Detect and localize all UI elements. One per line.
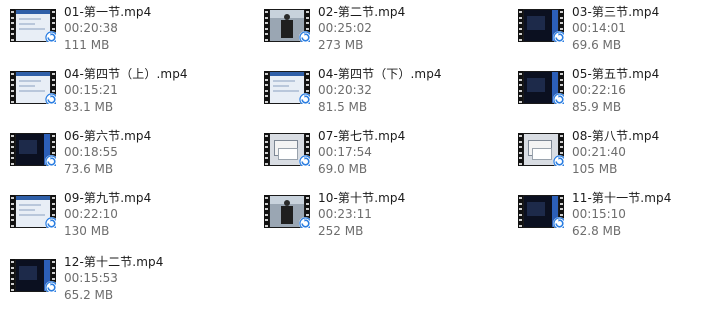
file-name[interactable]: 11-第十一节.mp4 [572,189,671,206]
media-player-badge-icon [299,31,310,42]
file-name[interactable]: 09-第九节.mp4 [64,189,151,206]
file-duration: 00:15:21 [64,83,118,97]
film-strip-left [10,195,15,228]
file-name[interactable]: 03-第三节.mp4 [572,3,659,20]
file-size: 65.2 MB [64,288,114,302]
file-duration: 00:14:01 [572,21,626,35]
film-strip-left [518,195,523,228]
file-grid: 01-第一节.mp4 00:20:38 111 MB 02-第二节.mp4 00:25:… [0,0,716,324]
file-duration: 00:21:40 [572,145,626,159]
file-size: 83.1 MB [64,100,114,114]
file-item[interactable]: 10-第十节.mp4 00:23:11 252 MB [254,186,494,244]
file-name[interactable]: 12-第十二节.mp4 [64,253,163,270]
file-size: 69.6 MB [572,38,622,52]
file-item[interactable]: 09-第九节.mp4 00:22:10 130 MB [0,186,240,244]
film-strip-left [264,9,269,42]
file-name[interactable]: 04-第四节（下）.mp4 [318,65,442,82]
file-size: 81.5 MB [318,100,368,114]
video-thumbnail-icon[interactable] [10,133,56,166]
video-thumbnail-icon[interactable] [518,133,564,166]
media-player-badge-icon [553,155,564,166]
video-thumbnail-icon[interactable] [10,71,56,104]
file-size: 62.8 MB [572,224,622,238]
media-player-badge-icon [553,217,564,228]
file-name[interactable]: 06-第六节.mp4 [64,127,151,144]
video-thumbnail-icon[interactable] [264,9,310,42]
file-duration: 00:23:11 [318,207,372,221]
film-strip-left [10,259,15,292]
file-duration: 00:22:10 [64,207,118,221]
media-player-badge-icon [553,31,564,42]
file-name[interactable]: 01-第一节.mp4 [64,3,151,20]
film-strip-left [264,71,269,104]
video-thumbnail-icon[interactable] [264,71,310,104]
file-duration: 00:15:10 [572,207,626,221]
media-player-badge-icon [553,93,564,104]
media-player-badge-icon [45,93,56,104]
file-duration: 00:15:53 [64,271,118,285]
file-name[interactable]: 02-第二节.mp4 [318,3,405,20]
film-strip-left [518,71,523,104]
file-size: 273 MB [318,38,364,52]
video-thumbnail-icon[interactable] [264,195,310,228]
file-item[interactable]: 05-第五节.mp4 00:22:16 85.9 MB [508,62,716,120]
file-size: 130 MB [64,224,110,238]
video-thumbnail-icon[interactable] [518,195,564,228]
video-thumbnail-icon[interactable] [518,9,564,42]
file-item[interactable]: 08-第八节.mp4 00:21:40 105 MB [508,124,716,182]
file-duration: 00:20:38 [64,21,118,35]
file-item[interactable]: 04-第四节（上）.mp4 00:15:21 83.1 MB [0,62,240,120]
file-name[interactable]: 05-第五节.mp4 [572,65,659,82]
file-size: 73.6 MB [64,162,114,176]
media-player-badge-icon [299,155,310,166]
file-size: 85.9 MB [572,100,622,114]
video-thumbnail-icon[interactable] [518,71,564,104]
file-item[interactable]: 11-第十一节.mp4 00:15:10 62.8 MB [508,186,716,244]
file-item[interactable]: 01-第一节.mp4 00:20:38 111 MB [0,0,240,58]
video-thumbnail-icon[interactable] [264,133,310,166]
file-item[interactable]: 06-第六节.mp4 00:18:55 73.6 MB [0,124,240,182]
film-strip-left [10,133,15,166]
media-player-badge-icon [299,217,310,228]
video-thumbnail-icon[interactable] [10,195,56,228]
file-size: 105 MB [572,162,618,176]
file-name[interactable]: 10-第十节.mp4 [318,189,405,206]
film-strip-left [264,195,269,228]
video-thumbnail-icon[interactable] [10,9,56,42]
file-duration: 00:17:54 [318,145,372,159]
media-player-badge-icon [45,217,56,228]
file-item[interactable]: 12-第十二节.mp4 00:15:53 65.2 MB [0,250,240,308]
film-strip-left [10,9,15,42]
file-item[interactable]: 07-第七节.mp4 00:17:54 69.0 MB [254,124,494,182]
film-strip-left [518,9,523,42]
file-duration: 00:22:16 [572,83,626,97]
file-size: 111 MB [64,38,110,52]
file-item[interactable]: 03-第三节.mp4 00:14:01 69.6 MB [508,0,716,58]
file-size: 252 MB [318,224,364,238]
file-name[interactable]: 04-第四节（上）.mp4 [64,65,188,82]
film-strip-left [264,133,269,166]
file-duration: 00:25:02 [318,21,372,35]
video-thumbnail-icon[interactable] [10,259,56,292]
file-name[interactable]: 07-第七节.mp4 [318,127,405,144]
file-item[interactable]: 02-第二节.mp4 00:25:02 273 MB [254,0,494,58]
media-player-badge-icon [299,93,310,104]
film-strip-left [518,133,523,166]
media-player-badge-icon [45,31,56,42]
file-item[interactable]: 04-第四节（下）.mp4 00:20:32 81.5 MB [254,62,494,120]
file-size: 69.0 MB [318,162,368,176]
media-player-badge-icon [45,155,56,166]
file-name[interactable]: 08-第八节.mp4 [572,127,659,144]
film-strip-left [10,71,15,104]
file-duration: 00:18:55 [64,145,118,159]
media-player-badge-icon [45,281,56,292]
file-duration: 00:20:32 [318,83,372,97]
